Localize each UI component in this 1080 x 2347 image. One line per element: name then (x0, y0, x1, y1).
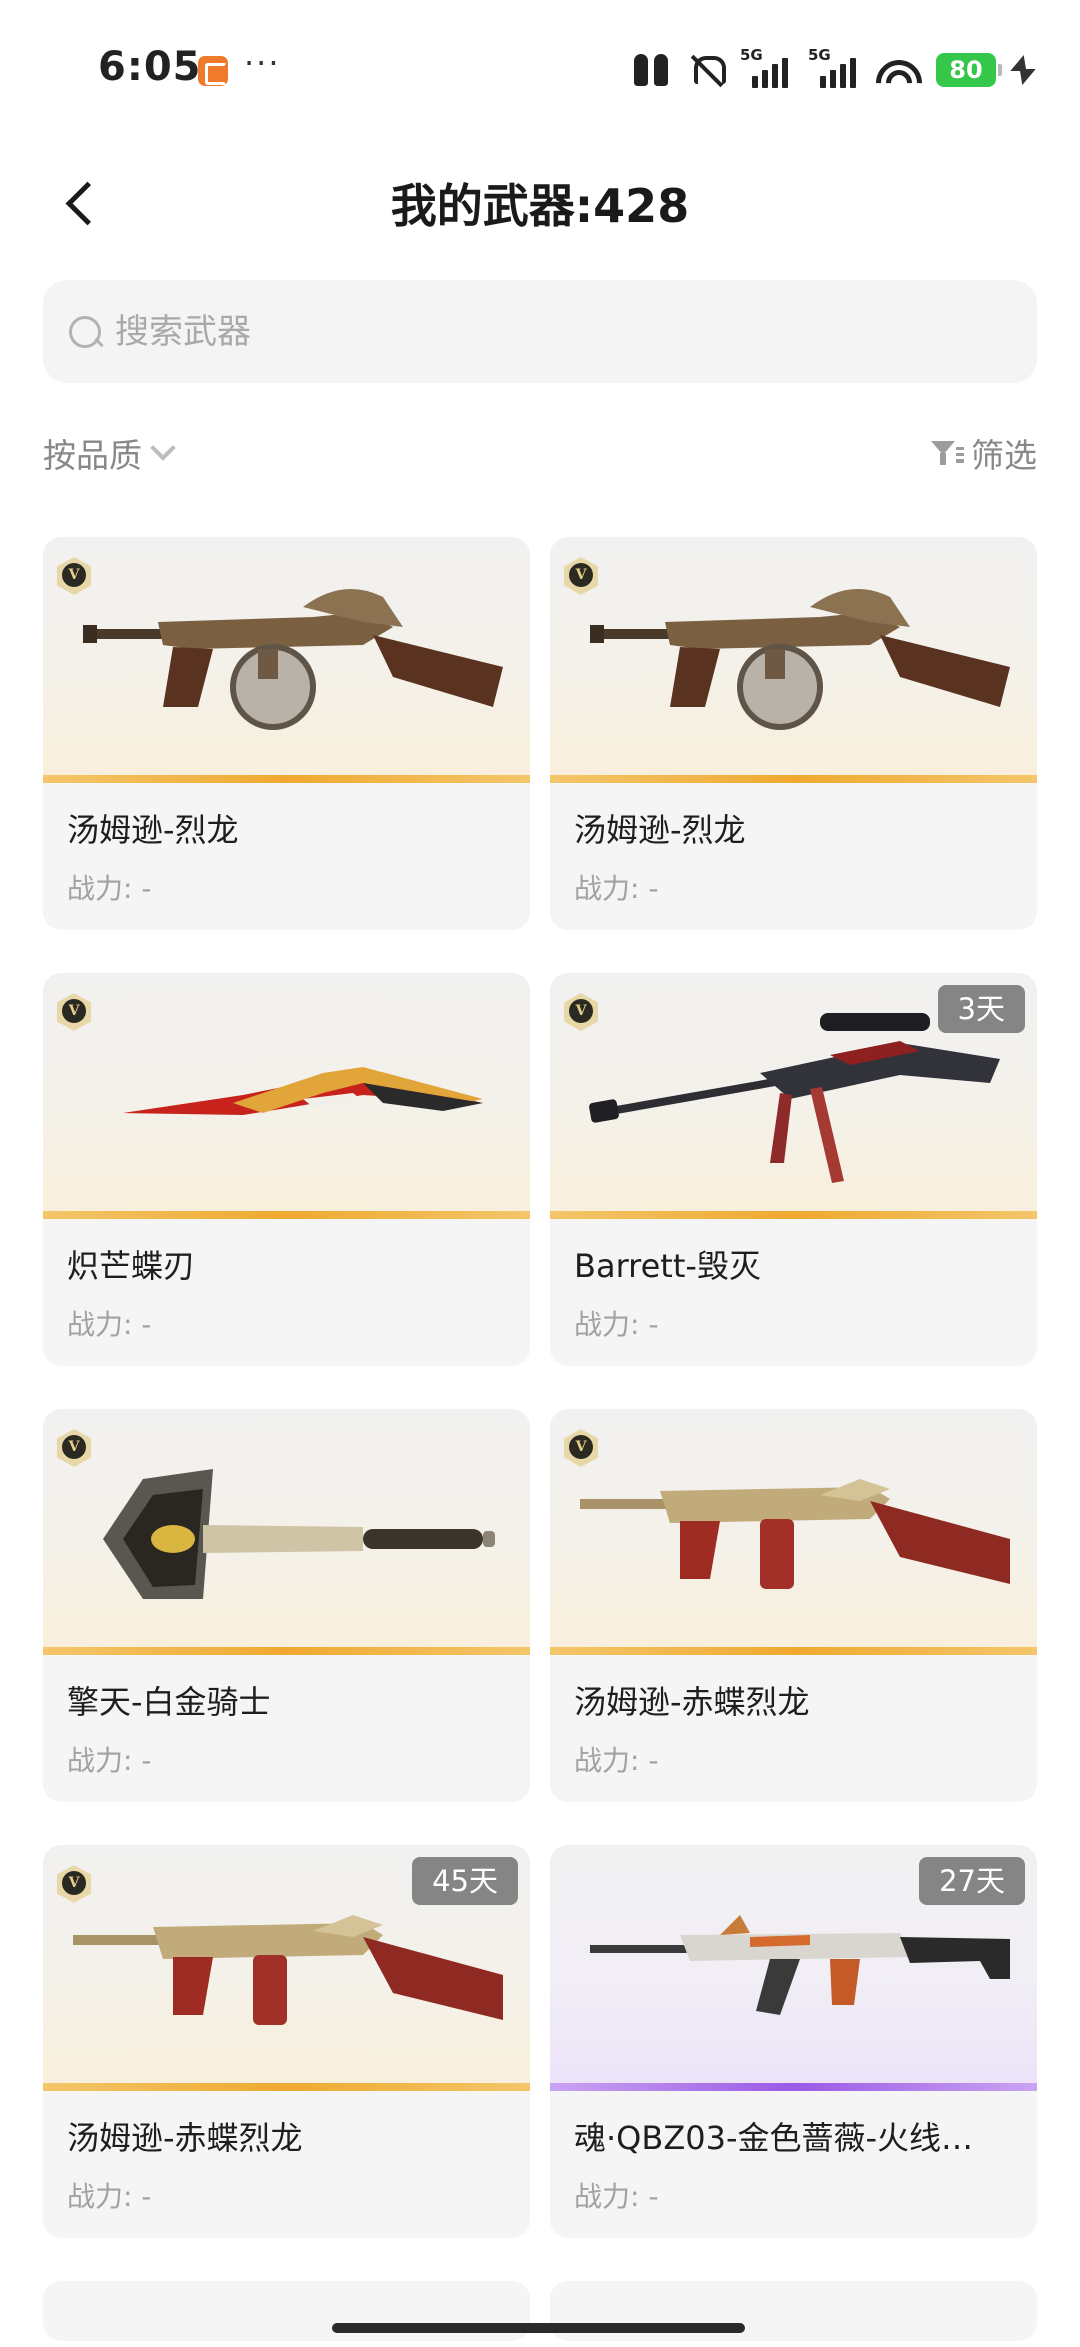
battery-icon: 80 (936, 53, 1002, 87)
weapon-name: 擎天-白金骑士 (67, 1683, 271, 1721)
weapon-card[interactable]: V 汤姆逊-赤蝶烈龙 战力: - (550, 1409, 1037, 1802)
weapon-card[interactable]: V 3天 Barrett-毁灭 战力: - (550, 973, 1037, 1366)
filter-button[interactable]: 筛选 (931, 428, 1037, 478)
weapon-thumbnail (43, 1409, 530, 1647)
weapon-thumbnail (550, 1409, 1037, 1647)
chevron-down-icon (150, 435, 176, 461)
search-bar[interactable] (43, 280, 1037, 383)
filter-label: 筛选 (971, 436, 1037, 475)
status-time: 6:05 (98, 44, 202, 90)
weapon-power: 战力: - (574, 1744, 659, 1777)
weapon-name: Barrett-毁灭 (574, 1247, 761, 1285)
weapon-thumbnail (43, 973, 530, 1211)
sort-label: 按品质 (43, 436, 142, 475)
v-badge-icon: V (57, 557, 91, 595)
signal-icon-2: 5G (808, 46, 862, 90)
weapon-name: 炽芒蝶刃 (67, 1247, 196, 1285)
rarity-bar (43, 1211, 530, 1219)
v-badge-icon: V (564, 557, 598, 595)
days-remaining-badge: 45天 (412, 1857, 518, 1905)
weapon-card[interactable]: V 汤姆逊-烈龙 战力: - (43, 537, 530, 930)
weapon-card[interactable]: 27天 魂·QBZ03-金色蔷薇-火线… 战力: - (550, 1845, 1037, 2238)
rarity-bar (43, 2083, 530, 2091)
rarity-bar (43, 775, 530, 783)
days-remaining-badge: 3天 (937, 985, 1025, 1033)
weapon-name: 魂·QBZ03-金色蔷薇-火线… (574, 2119, 974, 2157)
weapon-power: 战力: - (67, 2180, 152, 2213)
weapon-thumbnail (550, 537, 1037, 775)
app-notification-icon (198, 56, 228, 86)
weapon-power: 战力: - (67, 872, 152, 905)
weapon-thumbnail (43, 537, 530, 775)
search-icon (63, 310, 107, 354)
weapon-card[interactable]: V 擎天-白金骑士 战力: - (43, 1409, 530, 1802)
page-title: 我的武器:428 (390, 179, 690, 233)
filter-icon (931, 437, 964, 469)
v-badge-icon: V (57, 1429, 91, 1467)
rarity-bar (550, 1647, 1037, 1655)
tommy-gun-dragon-icon (590, 589, 1010, 730)
weapon-card[interactable]: V 汤姆逊-烈龙 战力: - (550, 537, 1037, 930)
weapon-name: 汤姆逊-赤蝶烈龙 (67, 2119, 303, 2157)
rarity-bar (550, 2083, 1037, 2091)
mute-icon (688, 52, 726, 88)
weapon-power: 战力: - (574, 872, 659, 905)
tommy-gun-red-icon (580, 1479, 1010, 1589)
weapon-card[interactable]: V 45天 汤姆逊-赤蝶烈龙 战力: - (43, 1845, 530, 2238)
status-indicators: 5G 5G 80 (630, 46, 1030, 92)
weapon-power: 战力: - (67, 1744, 152, 1777)
weapon-name: 汤姆逊-赤蝶烈龙 (574, 1683, 810, 1721)
charging-icon (1010, 53, 1030, 87)
home-indicator[interactable] (332, 2323, 745, 2333)
shovel-axe-icon (103, 1469, 495, 1599)
search-input[interactable] (115, 301, 975, 362)
v-badge-icon: V (564, 993, 598, 1031)
rarity-bar (550, 1211, 1037, 1219)
v-badge-icon: V (57, 993, 91, 1031)
earbuds-icon (630, 52, 674, 88)
sort-by-quality-dropdown[interactable]: 按品质 (43, 428, 176, 478)
v-badge-icon: V (57, 1865, 91, 1903)
weapon-name: 汤姆逊-烈龙 (574, 811, 746, 849)
v-badge-icon: V (564, 1429, 598, 1467)
wifi-icon (876, 52, 922, 88)
weapon-power: 战力: - (67, 1308, 152, 1341)
more-notifications-icon: ··· (244, 44, 281, 82)
weapon-name: 汤姆逊-烈龙 (67, 811, 239, 849)
days-remaining-badge: 27天 (919, 1857, 1025, 1905)
butterfly-blade-icon (123, 1067, 483, 1115)
signal-icon-1: 5G (740, 46, 794, 90)
rarity-bar (43, 1647, 530, 1655)
tommy-gun-dragon-icon (83, 589, 503, 730)
weapon-card[interactable]: V 炽芒蝶刃 战力: - (43, 973, 530, 1366)
weapon-power: 战力: - (574, 1308, 659, 1341)
weapon-power: 战力: - (574, 2180, 659, 2213)
status-bar: 6:05 ··· 5G 5G 80 (0, 0, 1080, 140)
rarity-bar (550, 775, 1037, 783)
